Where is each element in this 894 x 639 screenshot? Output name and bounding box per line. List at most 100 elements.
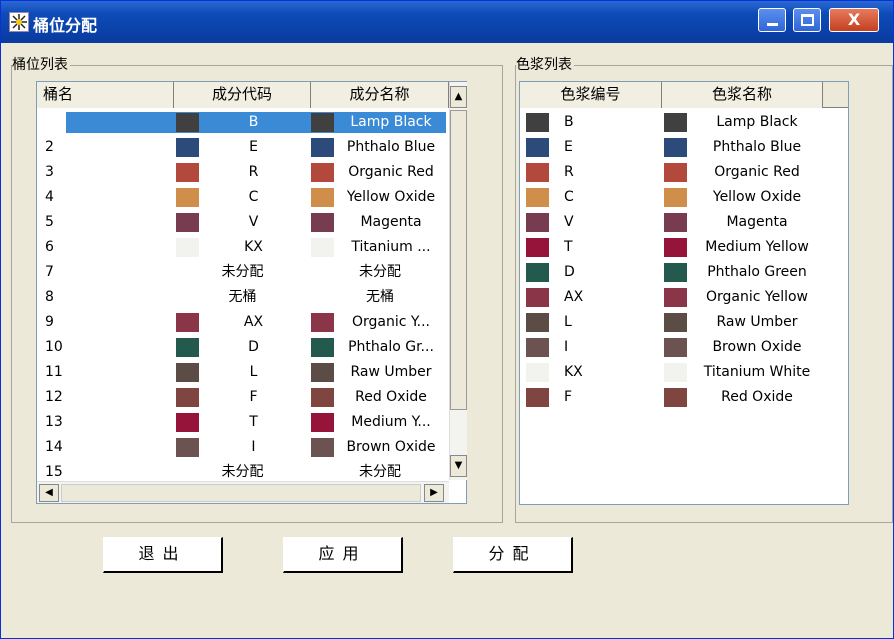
table-row[interactable]: 12 F Red Oxide: [37, 385, 449, 410]
title-bar[interactable]: 桶位分配 X: [1, 1, 893, 43]
bucket-name-cell: 13: [45, 414, 63, 430]
window-title: 桶位分配: [33, 16, 98, 35]
table-row[interactable]: 13 T Medium Y...: [37, 410, 449, 435]
color-swatch: [526, 313, 549, 332]
list-item[interactable]: L Raw Umber: [520, 310, 848, 335]
color-list[interactable]: 色浆编号 色浆名称 B Lamp Black E Phthalo Blue R Organ…: [519, 81, 849, 505]
color-code-cell: L: [564, 314, 572, 330]
table-row[interactable]: 9 AX Organic Y...: [37, 310, 449, 335]
bucket-name-cell: 1: [45, 114, 54, 130]
color-swatch: [311, 163, 334, 182]
component-name-cell: Raw Umber: [350, 364, 432, 380]
bucket-name-cell: 9: [45, 314, 54, 330]
color-code-cell: D: [564, 264, 575, 280]
color-swatch: [526, 388, 549, 407]
table-row[interactable]: 10 D Phthalo Gr...: [37, 335, 449, 360]
color-swatch: [311, 363, 334, 382]
scroll-up-icon[interactable]: ▲: [450, 86, 467, 108]
color-swatch: [526, 138, 549, 157]
bucket-name-cell: 6: [45, 239, 54, 255]
assign-button[interactable]: 分配: [453, 537, 573, 573]
color-name-cell: Brown Oxide: [712, 339, 802, 355]
table-row[interactable]: 8 无桶 无桶: [37, 285, 449, 310]
bucket-name-cell: 10: [45, 339, 63, 355]
color-swatch: [526, 338, 549, 357]
color-code-cell: E: [564, 139, 573, 155]
close-button[interactable]: X: [829, 8, 879, 32]
component-name-cell: 未分配: [359, 264, 401, 280]
list-item[interactable]: AX Organic Yellow: [520, 285, 848, 310]
color-swatch: [664, 313, 687, 332]
scroll-right-icon[interactable]: ▶: [424, 484, 444, 502]
scroll-left-icon[interactable]: ◀: [39, 484, 59, 502]
color-swatch: [664, 363, 687, 382]
color-swatch: [311, 388, 334, 407]
color-code-cell: KX: [564, 364, 583, 380]
color-name-cell: Yellow Oxide: [712, 189, 802, 205]
table-row[interactable]: 7 未分配 未分配: [37, 260, 449, 285]
bucket-list[interactable]: 桶名 成分代码 成分名称 1 B Lamp Black 2 E Phthalo Blue 3…: [36, 81, 467, 504]
scroll-down-icon[interactable]: ▼: [450, 455, 467, 477]
table-row[interactable]: 11 L Raw Umber: [37, 360, 449, 385]
bucket-name-cell: 7: [45, 264, 54, 280]
color-swatch: [311, 238, 334, 257]
list-item[interactable]: D Phthalo Green: [520, 260, 848, 285]
color-swatch: [311, 313, 334, 332]
maximize-button[interactable]: [793, 8, 821, 32]
list-item[interactable]: E Phthalo Blue: [520, 135, 848, 160]
color-name-cell: Phthalo Blue: [712, 139, 802, 155]
col-component-code[interactable]: 成分代码: [174, 82, 311, 108]
component-name-cell: Organic Y...: [352, 314, 430, 330]
list-item[interactable]: F Red Oxide: [520, 385, 848, 410]
color-swatch: [526, 163, 549, 182]
component-code-cell: B: [248, 114, 259, 130]
list-item[interactable]: V Magenta: [520, 210, 848, 235]
color-swatch: [176, 138, 199, 157]
exit-button[interactable]: 退出: [103, 537, 223, 573]
color-swatch: [311, 113, 334, 132]
color-swatch: [176, 388, 199, 407]
component-code-cell: AX: [243, 314, 264, 330]
component-name-cell: Organic Red: [348, 164, 434, 180]
table-row[interactable]: 2 E Phthalo Blue: [37, 135, 449, 160]
col-component-name[interactable]: 成分名称: [311, 82, 449, 108]
component-code-cell: R: [248, 164, 259, 180]
list-item[interactable]: B Lamp Black: [520, 110, 848, 135]
list-item[interactable]: T Medium Yellow: [520, 235, 848, 260]
col-bucket-name[interactable]: 桶名: [37, 82, 174, 108]
table-row[interactable]: 4 C Yellow Oxide: [37, 185, 449, 210]
color-code-cell: C: [564, 189, 574, 205]
color-code-cell: R: [564, 164, 574, 180]
apply-button[interactable]: 应用: [283, 537, 403, 573]
col-color-code[interactable]: 色浆编号: [520, 82, 662, 108]
color-swatch: [664, 188, 687, 207]
table-row[interactable]: 3 R Organic Red: [37, 160, 449, 185]
component-name-cell: Yellow Oxide: [346, 189, 436, 205]
vertical-scrollbar[interactable]: ▲ ▼: [449, 82, 467, 480]
color-swatch: [176, 313, 199, 332]
col-color-name[interactable]: 色浆名称: [662, 82, 823, 108]
component-name-cell: Red Oxide: [355, 389, 427, 405]
table-row[interactable]: 14 I Brown Oxide: [37, 435, 449, 460]
color-swatch: [664, 238, 687, 257]
table-row[interactable]: 1 B Lamp Black: [37, 110, 449, 135]
color-swatch: [311, 213, 334, 232]
list-item[interactable]: R Organic Red: [520, 160, 848, 185]
minimize-button[interactable]: [758, 8, 786, 32]
color-swatch: [176, 413, 199, 432]
color-swatch: [664, 388, 687, 407]
list-item[interactable]: C Yellow Oxide: [520, 185, 848, 210]
close-icon: X: [847, 10, 861, 29]
color-code-cell: B: [564, 114, 574, 130]
bucket-name-cell: 8: [45, 289, 54, 305]
list-item[interactable]: I Brown Oxide: [520, 335, 848, 360]
hscroll-thumb[interactable]: [61, 484, 421, 502]
scroll-thumb[interactable]: [450, 110, 467, 410]
table-row[interactable]: 5 V Magenta: [37, 210, 449, 235]
component-code-cell: F: [249, 389, 258, 405]
color-swatch: [526, 363, 549, 382]
list-item[interactable]: KX Titanium White: [520, 360, 848, 385]
component-code-cell: 未分配: [221, 264, 264, 280]
table-row[interactable]: 6 KX Titanium ...: [37, 235, 449, 260]
horizontal-scrollbar[interactable]: ◀ ▶: [37, 481, 449, 503]
